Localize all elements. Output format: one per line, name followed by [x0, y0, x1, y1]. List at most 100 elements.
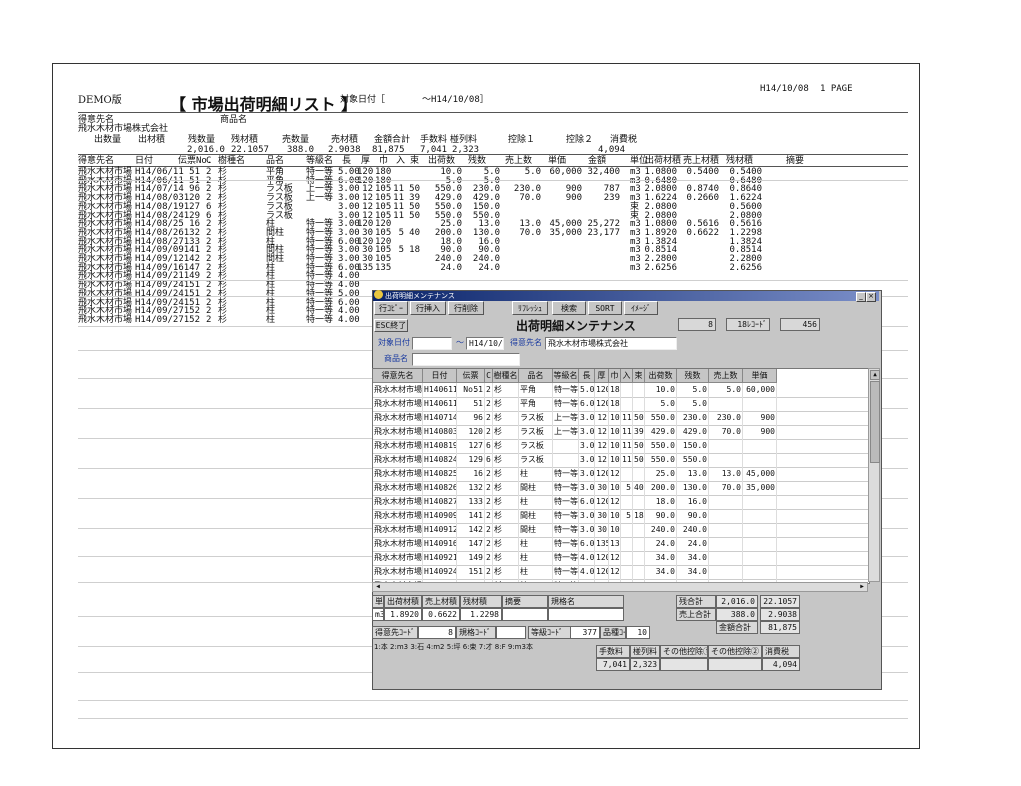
grid-cell[interactable]: 杉 [493, 411, 519, 425]
grid-cell[interactable]: 3.00 [579, 467, 595, 481]
grid-cell[interactable]: 24.0 [677, 537, 709, 551]
grid-cell[interactable]: ラス板 [519, 453, 553, 467]
grid-cell[interactable]: 3.00 [579, 509, 595, 523]
grid-cell[interactable]: 飛水木材市場 [373, 397, 423, 411]
grid-cell[interactable]: 5.0 [645, 397, 677, 411]
grid-cell[interactable]: 2 [485, 551, 493, 565]
grid-cell[interactable]: ラス板 [519, 425, 553, 439]
grid-header[interactable]: 長 [579, 369, 595, 383]
grid-cell[interactable]: 飛水木材市場 [373, 425, 423, 439]
grid-cell[interactable]: 2 [485, 495, 493, 509]
grid-cell[interactable] [633, 467, 645, 481]
grid-cell[interactable]: 180 [609, 397, 621, 411]
date-to-field[interactable]: H14/10/08 [466, 337, 504, 350]
grid-cell[interactable]: 5.0 [709, 383, 743, 397]
grid-cell[interactable] [621, 467, 633, 481]
grid-cell[interactable]: 特一等 [553, 495, 579, 509]
grid-cell[interactable]: 133 [457, 495, 485, 509]
grid-header[interactable]: 単価 [743, 369, 777, 383]
grid-header[interactable]: 束 [633, 369, 645, 383]
grid-cell[interactable]: 間柱 [519, 523, 553, 537]
vertical-scrollbar[interactable]: ▲ [868, 368, 880, 582]
grid-cell[interactable]: 飛水木材市場 [373, 467, 423, 481]
grid-cell[interactable]: 飛水木材市場 [373, 383, 423, 397]
grid-cell[interactable]: 3.00 [579, 453, 595, 467]
grid-cell[interactable]: 5.0 [677, 383, 709, 397]
grid-cell[interactable] [633, 523, 645, 537]
grid-cell[interactable] [709, 397, 743, 411]
grid-cell[interactable]: 550.0 [645, 411, 677, 425]
grid-row[interactable]: 飛水木材市場H1408241296杉ラス板3.00121051150550.05… [373, 453, 869, 468]
grid-cell[interactable]: 杉 [493, 383, 519, 397]
grid-cell[interactable]: 10.0 [645, 383, 677, 397]
grid-cell[interactable]: 杉 [493, 565, 519, 579]
grid-cell[interactable] [709, 509, 743, 523]
grid-cell[interactable]: 70.0 [709, 425, 743, 439]
grid-cell[interactable] [743, 537, 777, 551]
grid-cell[interactable]: 230.0 [677, 411, 709, 425]
grid-cell[interactable]: 105 [609, 509, 621, 523]
grid-cell[interactable]: 特一等 [553, 509, 579, 523]
scroll-up-icon[interactable]: ▲ [870, 370, 880, 380]
grid-cell[interactable]: 飛水木材市場 [373, 509, 423, 523]
grid-cell[interactable]: 2 [485, 481, 493, 495]
grid-cell[interactable]: 429.0 [677, 425, 709, 439]
grid-cell[interactable]: 35,000 [743, 481, 777, 495]
grid-cell[interactable]: 30 [595, 509, 609, 523]
minimize-icon[interactable]: _ [856, 292, 866, 302]
grid-cell[interactable]: 34.0 [677, 565, 709, 579]
grid-cell[interactable] [633, 551, 645, 565]
grid-cell[interactable] [709, 565, 743, 579]
scroll-left-icon[interactable]: ◀ [374, 583, 382, 591]
grid-cell[interactable]: 2 [485, 467, 493, 481]
grid-cell[interactable]: 杉 [493, 453, 519, 467]
grid-cell[interactable]: 50 [633, 439, 645, 453]
grid-cell[interactable]: 12 [595, 453, 609, 467]
grid-cell[interactable]: 5 [621, 509, 633, 523]
grid-cell[interactable] [709, 537, 743, 551]
grid-cell[interactable]: 24.0 [645, 537, 677, 551]
detail-value[interactable]: 0.6622 [422, 608, 460, 621]
grid-cell[interactable]: 120 [595, 397, 609, 411]
grid-cell[interactable]: 120 [609, 467, 621, 481]
grid-cell[interactable]: 5.0 [677, 397, 709, 411]
grid-cell[interactable] [633, 495, 645, 509]
grid-cell[interactable]: 4.00 [579, 565, 595, 579]
grid-cell[interactable]: 141 [457, 509, 485, 523]
grid-cell[interactable]: 16.0 [677, 495, 709, 509]
toolbar-button[interactable]: SORT [588, 301, 622, 315]
grid-cell[interactable]: 6.00 [579, 495, 595, 509]
grid-cell[interactable]: 16 [457, 467, 485, 481]
grid-header[interactable]: 出荷数 [645, 369, 677, 383]
grid-cell[interactable]: 105 [609, 439, 621, 453]
grid-cell[interactable]: H140921 [423, 551, 457, 565]
grid-cell[interactable]: 特一等 [553, 397, 579, 411]
grid-header[interactable]: 樹種名 [493, 369, 519, 383]
grid-cell[interactable]: 柱 [519, 565, 553, 579]
grid-cell[interactable]: 12 [595, 425, 609, 439]
grid-cell[interactable]: 4.00 [579, 551, 595, 565]
grid-cell[interactable]: 2 [485, 411, 493, 425]
grid-cell[interactable]: 34.0 [645, 551, 677, 565]
grid-cell[interactable]: 200.0 [645, 481, 677, 495]
grid-cell[interactable] [621, 495, 633, 509]
grid-cell[interactable]: 51 [457, 383, 485, 397]
grid-cell[interactable]: 特一等 [553, 467, 579, 481]
grid-cell[interactable] [553, 453, 579, 467]
grid-cell[interactable]: 2 [485, 425, 493, 439]
grid-header[interactable]: 入 [621, 369, 633, 383]
grid-header[interactable]: 得意先名 [373, 369, 423, 383]
grid-header[interactable]: 日付 [423, 369, 457, 383]
grid-cell[interactable]: H140912 [423, 523, 457, 537]
grid-row[interactable]: 飛水木材市場H1409161472杉柱特一等6.0013513524.024.0 [373, 537, 869, 552]
grid-cell[interactable]: 特一等 [553, 481, 579, 495]
grid-cell[interactable]: 飛水木材市場 [373, 551, 423, 565]
grid-cell[interactable] [633, 397, 645, 411]
grid-cell[interactable]: 飛水木材市場 [373, 481, 423, 495]
grid-cell[interactable]: 120 [595, 551, 609, 565]
grid-cell[interactable]: 120 [609, 551, 621, 565]
grid-cell[interactable]: 120 [609, 495, 621, 509]
grid-cell[interactable]: 142 [457, 523, 485, 537]
grid-cell[interactable]: 13.0 [677, 467, 709, 481]
grid-row[interactable]: 飛水木材市場H1409091412杉間柱特一等3.003010551890.09… [373, 509, 869, 524]
